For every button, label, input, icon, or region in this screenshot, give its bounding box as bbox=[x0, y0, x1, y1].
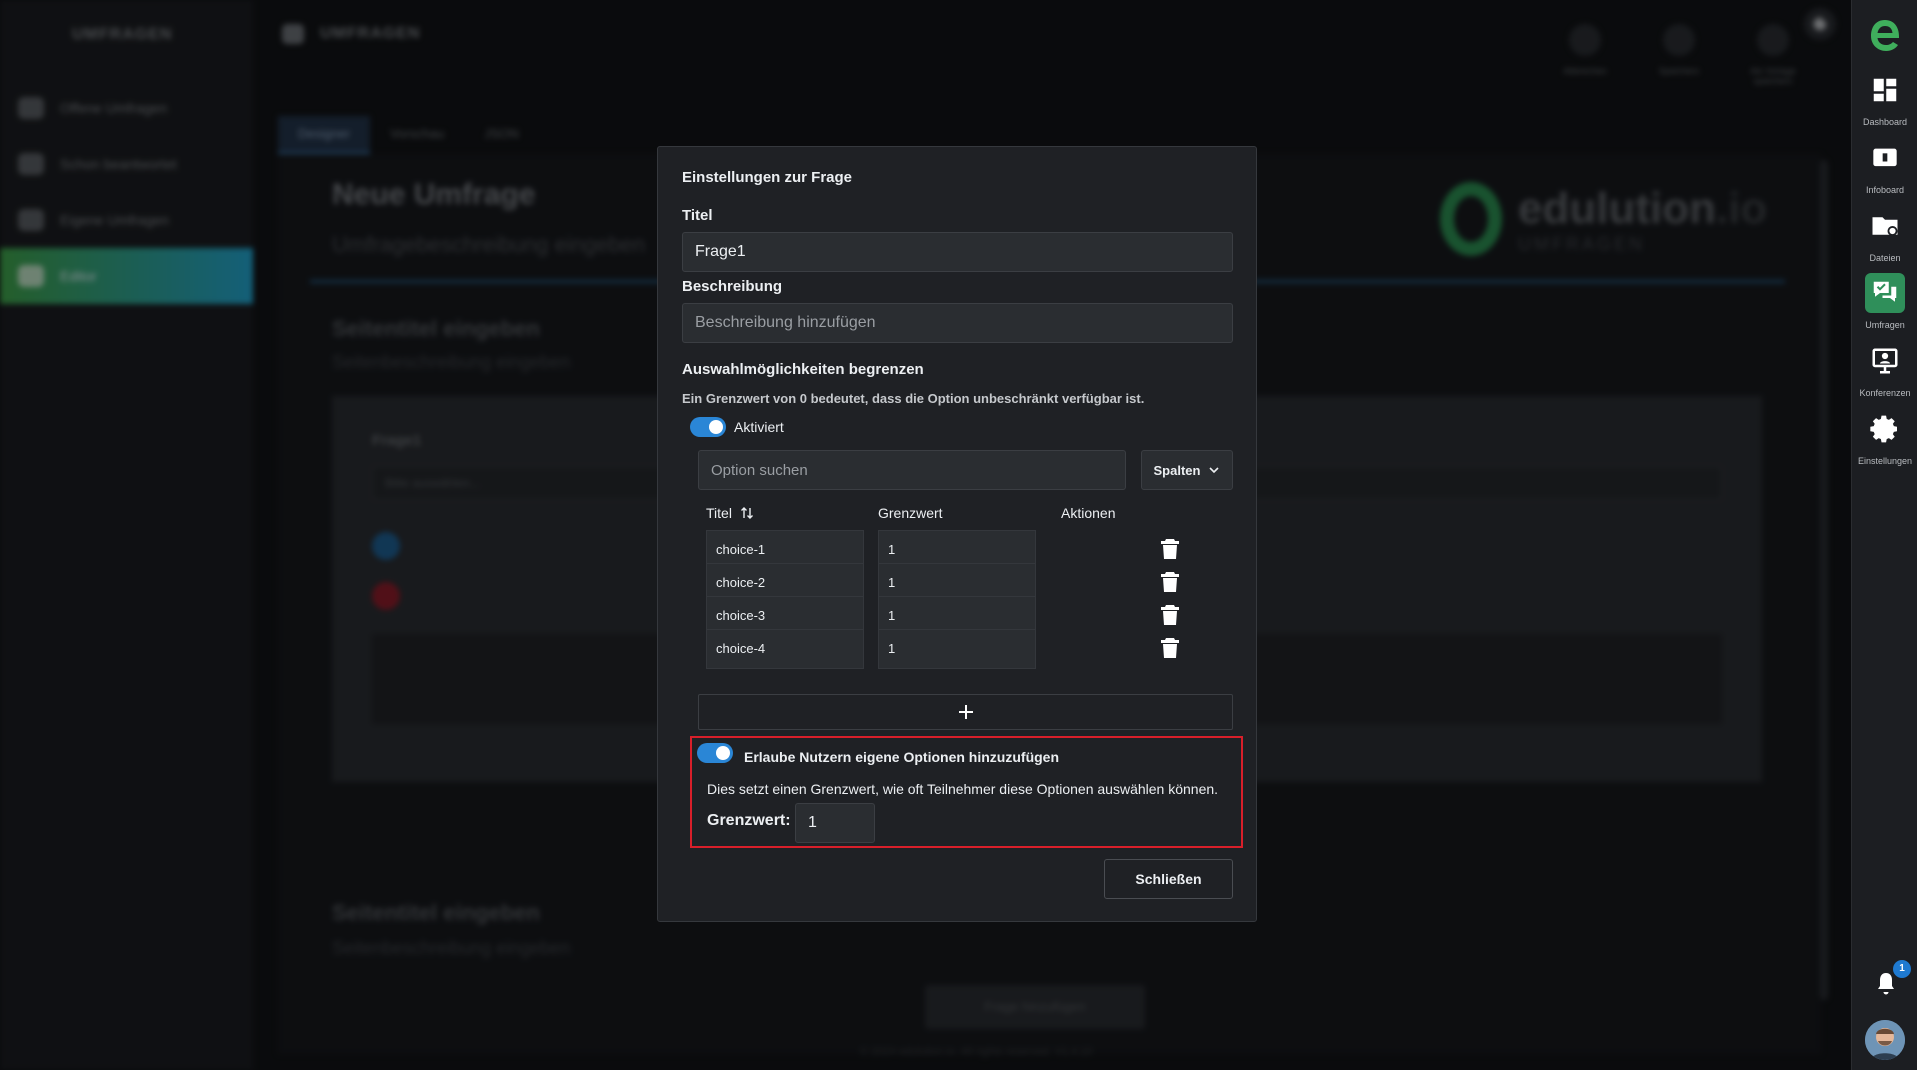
description-label: Beschreibung bbox=[682, 278, 783, 295]
custom-options-section: Erlaube Nutzern eigene Optionen hinzuzuf… bbox=[690, 736, 1243, 848]
columns-button-label: Spalten bbox=[1153, 462, 1201, 478]
avatar[interactable] bbox=[1865, 1020, 1905, 1060]
question-settings-dialog: Einstellungen zur Frage Titel Beschreibu… bbox=[657, 146, 1257, 922]
limit-section-title: Auswahlmöglichkeiten begrenzen bbox=[682, 361, 924, 378]
add-choice-button[interactable] bbox=[698, 694, 1233, 730]
gear-icon bbox=[1870, 415, 1897, 443]
rail-item-label: Dashboard bbox=[1862, 117, 1908, 127]
rail-item-files[interactable]: Dateien bbox=[1852, 206, 1917, 263]
custom-options-label: Erlaube Nutzern eigene Optionen hinzuzuf… bbox=[744, 749, 1060, 765]
choice-limit-cell[interactable]: 1 bbox=[878, 629, 1036, 669]
trash-icon[interactable] bbox=[1160, 571, 1180, 593]
title-label: Titel bbox=[682, 207, 713, 224]
table-row: choice-4 1 bbox=[706, 629, 1226, 669]
rail-item-settings[interactable]: Einstellungen bbox=[1852, 409, 1917, 466]
dashboard-icon bbox=[1873, 78, 1897, 102]
folder-icon bbox=[1872, 217, 1898, 236]
custom-limit-label: Grenzwert: bbox=[707, 812, 791, 829]
column-header-label: Aktionen bbox=[1061, 505, 1116, 521]
column-header-label: Titel bbox=[706, 505, 732, 521]
conference-icon bbox=[1872, 348, 1898, 374]
limit-toggle-label: Aktiviert bbox=[734, 419, 784, 435]
custom-limit-field[interactable] bbox=[795, 803, 875, 843]
option-search-input[interactable] bbox=[698, 450, 1126, 490]
plus-icon bbox=[958, 705, 973, 719]
trash-icon[interactable] bbox=[1160, 538, 1180, 560]
limit-toggle[interactable] bbox=[690, 417, 726, 437]
column-header-actions: Aktionen bbox=[1061, 505, 1115, 521]
custom-options-toggle[interactable] bbox=[697, 743, 733, 763]
title-field[interactable] bbox=[682, 232, 1233, 272]
notification-badge: 1 bbox=[1893, 960, 1911, 978]
custom-options-hint: Dies setzt einen Grenzwert, wie oft Teil… bbox=[707, 781, 1219, 797]
edulution-logo-icon[interactable] bbox=[1868, 16, 1902, 54]
description-field[interactable] bbox=[682, 303, 1233, 343]
surveys-icon bbox=[1873, 281, 1897, 302]
column-header-title[interactable]: Titel bbox=[706, 505, 754, 521]
rail-item-label: Umfragen bbox=[1865, 320, 1905, 330]
close-button[interactable]: Schließen bbox=[1104, 859, 1233, 899]
sort-icon bbox=[740, 507, 753, 519]
rail-item-label: Einstellungen bbox=[1857, 456, 1913, 466]
column-header-label: Grenzwert bbox=[878, 505, 943, 521]
rail-item-label: Dateien bbox=[1869, 253, 1901, 263]
rail-item-conferences[interactable]: Konferenzen bbox=[1852, 341, 1917, 398]
limit-hint: Ein Grenzwert von 0 bedeutet, dass die O… bbox=[682, 391, 1145, 406]
rail-item-label: Infoboard bbox=[1865, 185, 1905, 195]
rail-item-dashboard[interactable]: Dashboard bbox=[1852, 70, 1917, 127]
column-header-limit: Grenzwert bbox=[878, 505, 943, 521]
rail-item-infoboard[interactable]: Infoboard bbox=[1852, 138, 1917, 195]
columns-button[interactable]: Spalten bbox=[1141, 450, 1233, 490]
dialog-title: Einstellungen zur Frage bbox=[682, 169, 853, 186]
infoboard-icon bbox=[1873, 148, 1897, 167]
rail-item-surveys[interactable]: Umfragen bbox=[1852, 273, 1917, 330]
rail-item-label: Konferenzen bbox=[1859, 388, 1911, 398]
trash-icon[interactable] bbox=[1160, 604, 1180, 626]
choice-title-cell[interactable]: choice-4 bbox=[706, 629, 864, 669]
right-nav-rail: Dashboard Infoboard Dateien Umfragen Kon… bbox=[1851, 0, 1917, 1070]
chevron-down-icon bbox=[1209, 467, 1220, 474]
trash-icon[interactable] bbox=[1160, 637, 1180, 659]
user-avatar-icon bbox=[1865, 1020, 1905, 1060]
